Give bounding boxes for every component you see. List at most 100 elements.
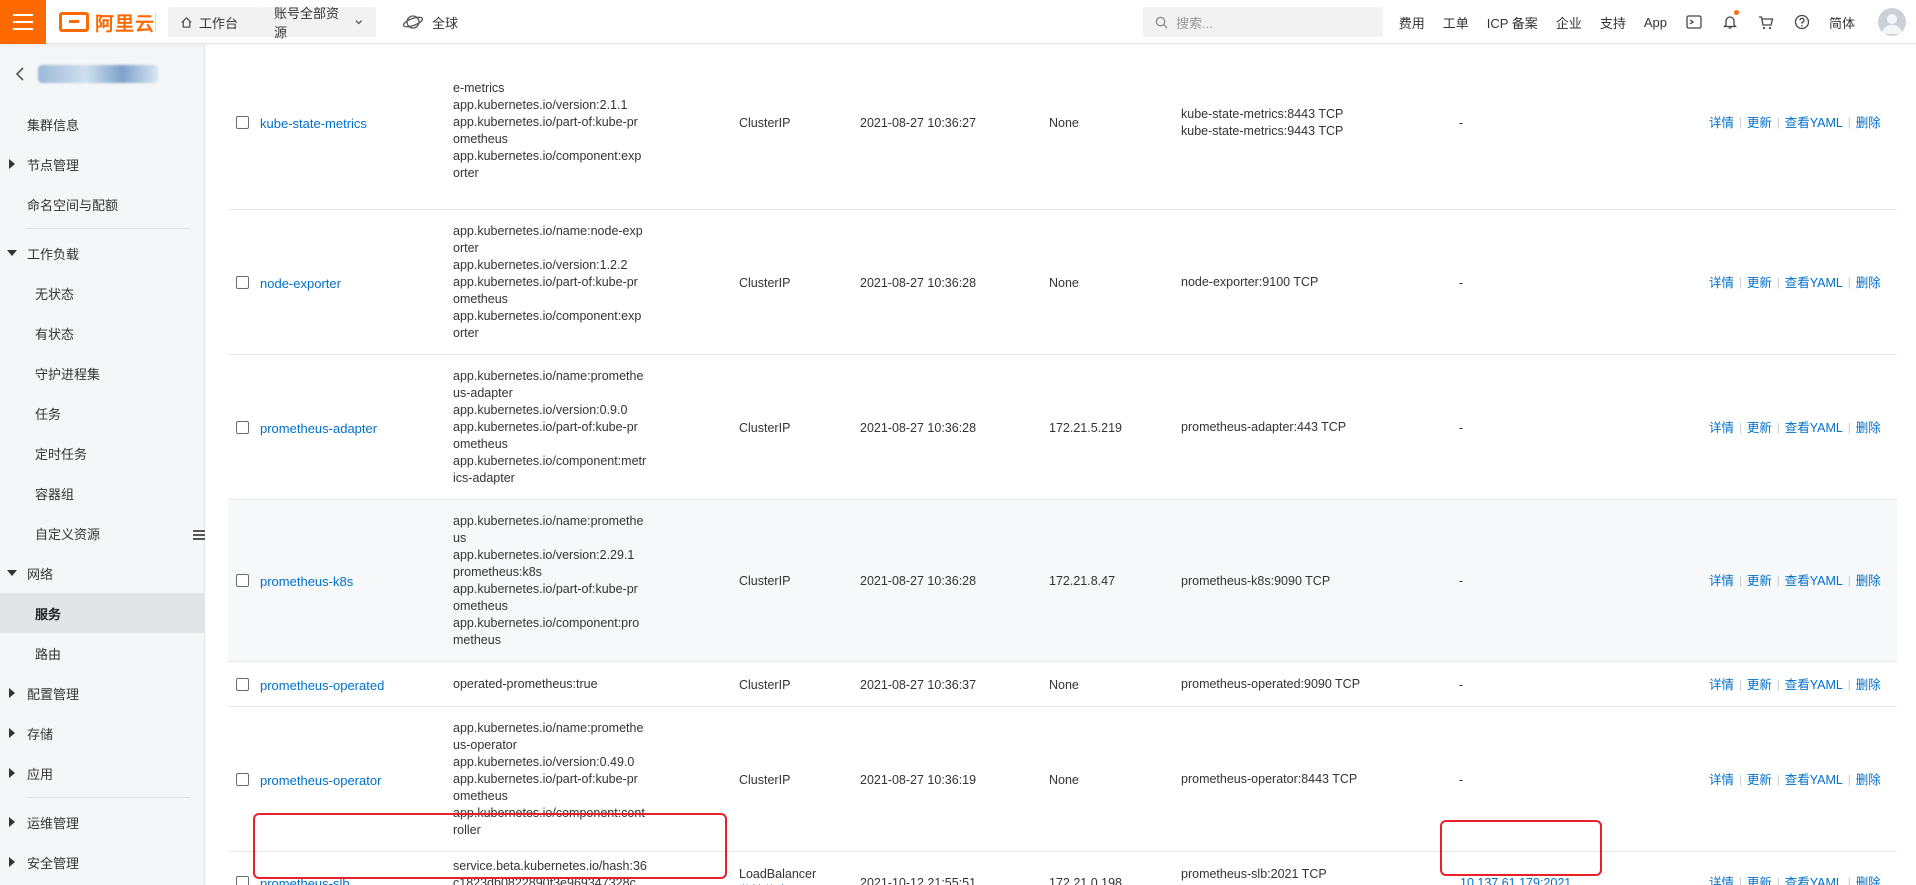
delete-link[interactable]: 删除 (1856, 677, 1881, 694)
detail-link[interactable]: 详情 (1709, 275, 1734, 292)
delete-link[interactable]: 删除 (1856, 275, 1881, 292)
sidebar-item[interactable]: 定时任务 (0, 433, 204, 473)
sidebar-item[interactable]: 任务 (0, 393, 204, 433)
terminal-icon[interactable] (1676, 0, 1712, 44)
back-arrow-icon[interactable] (14, 66, 26, 82)
sidebar-header (0, 44, 204, 104)
delete-link[interactable]: 删除 (1856, 875, 1881, 885)
sidebar-item[interactable]: 安全管理 (0, 842, 204, 882)
aliyun-logo[interactable]: 阿里云 (59, 10, 155, 35)
update-link[interactable]: 更新 (1747, 573, 1772, 590)
cluster-name-redacted (38, 65, 158, 83)
detail-link[interactable]: 详情 (1709, 875, 1734, 885)
sidebar-item-label: 集群信息 (27, 117, 80, 133)
update-link[interactable]: 更新 (1747, 772, 1772, 789)
external-endpoint-link[interactable]: 10.137.61.179:2021 (1460, 875, 1571, 885)
sidebar-item[interactable]: 服务 (0, 593, 204, 633)
sidebar-item[interactable]: 应用 (0, 753, 204, 793)
link-icp[interactable]: ICP 备案 (1478, 13, 1547, 32)
detail-link[interactable]: 详情 (1709, 420, 1734, 437)
action-separator: | (1776, 678, 1780, 691)
sidebar-item[interactable]: 路由 (0, 633, 204, 673)
update-link[interactable]: 更新 (1747, 875, 1772, 885)
link-app[interactable]: App (1635, 15, 1676, 30)
view-yaml-link[interactable]: 查看YAML (1785, 420, 1843, 437)
sidebar-item[interactable]: 守护进程集 (0, 353, 204, 393)
service-name-link[interactable]: node-exporter (260, 275, 341, 292)
delete-link[interactable]: 删除 (1856, 573, 1881, 590)
sidebar-item-label: 自定义资源 (35, 526, 101, 542)
cart-icon[interactable] (1748, 0, 1784, 44)
table-row: prometheus-operated operated-prometheus:t… (228, 662, 1897, 707)
row-checkbox[interactable] (236, 677, 249, 691)
action-separator: | (1847, 421, 1851, 434)
row-checkbox[interactable] (236, 574, 249, 587)
caret-down-icon (7, 250, 17, 256)
update-link[interactable]: 更新 (1747, 115, 1772, 132)
top-nav-bar: 阿里云 工作台 账号全部资源 全球 搜索... 费用 工单 ICP 备案 企业 … (0, 0, 1916, 44)
sidebar-item[interactable]: 配置管理 (0, 673, 204, 713)
delete-link[interactable]: 删除 (1856, 420, 1881, 437)
avatar[interactable] (1878, 8, 1906, 36)
view-yaml-link[interactable]: 查看YAML (1785, 772, 1843, 789)
sidebar-item[interactable]: 节点管理 (0, 144, 204, 184)
caret-right-icon (9, 768, 15, 778)
sidebar-item[interactable]: 工作负载 (0, 233, 204, 273)
search-input[interactable]: 搜索... (1143, 7, 1383, 37)
delete-link[interactable]: 删除 (1856, 115, 1881, 132)
language-switch[interactable]: 简体 (1820, 13, 1864, 32)
service-ports: prometheus-operated:9090 TCP (1181, 677, 1361, 691)
sidebar-collapse-icon[interactable] (193, 528, 205, 546)
sidebar-item[interactable]: 有状态 (0, 313, 204, 353)
detail-link[interactable]: 详情 (1709, 772, 1734, 789)
service-name-link[interactable]: prometheus-k8s (260, 573, 353, 590)
view-yaml-link[interactable]: 查看YAML (1785, 275, 1843, 292)
workbench-button[interactable]: 工作台 (168, 7, 262, 37)
sidebar-item[interactable]: 网络 (0, 553, 204, 593)
delete-link[interactable]: 删除 (1856, 772, 1881, 789)
row-checkbox[interactable] (236, 116, 249, 129)
row-checkbox[interactable] (236, 420, 249, 434)
help-icon[interactable] (1784, 0, 1820, 44)
sidebar-item[interactable]: 无状态 (0, 273, 204, 313)
link-fees[interactable]: 费用 (1390, 13, 1434, 32)
row-checkbox[interactable] (236, 772, 249, 786)
action-separator: | (1847, 773, 1851, 786)
view-yaml-link[interactable]: 查看YAML (1785, 875, 1843, 885)
link-support[interactable]: 支持 (1591, 13, 1635, 32)
detail-link[interactable]: 详情 (1709, 677, 1734, 694)
resources-dropdown[interactable]: 账号全部资源 (262, 6, 376, 40)
action-separator: | (1776, 575, 1780, 587)
view-yaml-link[interactable]: 查看YAML (1785, 573, 1843, 590)
update-link[interactable]: 更新 (1747, 275, 1772, 292)
bell-icon[interactable] (1712, 0, 1748, 44)
region-selector[interactable]: 全球 (402, 11, 458, 33)
menu-icon[interactable] (0, 0, 46, 44)
sidebar-item[interactable]: 运维管理 (0, 802, 204, 842)
update-link[interactable]: 更新 (1747, 420, 1772, 437)
service-name-link[interactable]: prometheus-adapter (260, 420, 377, 437)
detail-link[interactable]: 详情 (1709, 573, 1734, 590)
view-yaml-link[interactable]: 查看YAML (1785, 677, 1843, 694)
sidebar-item-label: 运维管理 (27, 815, 80, 831)
detail-link[interactable]: 详情 (1709, 115, 1734, 132)
table-row: kube-state-metrics e-metrics app.kubernet… (228, 44, 1897, 210)
sidebar-item[interactable]: 容器组 (0, 473, 204, 513)
sidebar-item[interactable]: 存储 (0, 713, 204, 753)
row-checkbox[interactable] (236, 876, 249, 885)
sidebar-item[interactable]: 集群信息 (0, 104, 204, 144)
link-enterprise[interactable]: 企业 (1547, 13, 1591, 32)
link-tickets[interactable]: 工单 (1434, 13, 1478, 32)
external-endpoint: - (1459, 116, 1464, 130)
service-name-link[interactable]: prometheus-operated (260, 677, 384, 694)
view-yaml-link[interactable]: 查看YAML (1785, 115, 1843, 132)
service-name-link[interactable]: kube-state-metrics (260, 115, 367, 132)
service-ports: prometheus-adapter:443 TCP (1181, 420, 1347, 434)
row-checkbox[interactable] (236, 275, 249, 289)
sidebar-item[interactable]: 命名空间与配额 (0, 184, 204, 224)
sidebar-item[interactable]: 自定义资源 (0, 513, 204, 553)
update-link[interactable]: 更新 (1747, 677, 1772, 694)
service-name-link[interactable]: prometheus-operator (260, 772, 381, 789)
sidebar-item-label: 命名空间与配额 (27, 197, 119, 213)
table-row: prometheus-adapter app.kubernetes.io/name… (228, 355, 1897, 500)
